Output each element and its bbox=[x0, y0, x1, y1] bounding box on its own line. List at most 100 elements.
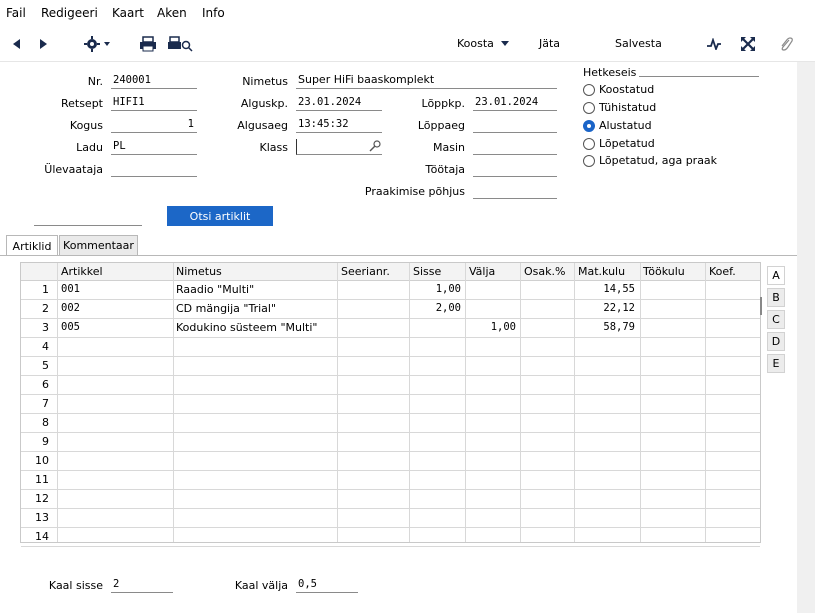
loppkp-field[interactable]: 23.01.2024 bbox=[473, 95, 557, 111]
table-row[interactable]: 5 bbox=[21, 357, 760, 376]
cell-nimetus[interactable]: Kodukino süsteem "Multi" bbox=[176, 321, 317, 334]
menu-aken[interactable]: Aken bbox=[157, 6, 187, 20]
retsept-field[interactable]: HIFI1 bbox=[111, 95, 197, 111]
col-osak[interactable]: Osak.% bbox=[524, 265, 565, 278]
table-scroll-thumb[interactable] bbox=[760, 297, 762, 315]
praakimise-field[interactable] bbox=[473, 183, 557, 199]
tootaja-field[interactable] bbox=[473, 161, 557, 177]
row-number: 8 bbox=[42, 416, 49, 429]
col-tookulu[interactable]: Töökulu bbox=[643, 265, 685, 278]
articles-table: Artikkel Nimetus Seerianr. Sisse Välja O… bbox=[20, 262, 761, 547]
tab-kommentaar[interactable]: Kommentaar bbox=[59, 235, 138, 255]
koosta-button[interactable]: Koosta bbox=[457, 37, 510, 50]
menu-info[interactable]: Info bbox=[202, 6, 225, 20]
radio-alustatud[interactable]: Alustatud bbox=[583, 119, 652, 132]
table-row[interactable]: 6 bbox=[21, 376, 760, 395]
ulevaataja-field[interactable] bbox=[111, 161, 197, 177]
table-row[interactable]: 8 bbox=[21, 414, 760, 433]
cell-nimetus[interactable]: Raadio "Multi" bbox=[176, 283, 254, 296]
col-divider bbox=[173, 263, 174, 542]
col-valja[interactable]: Välja bbox=[469, 265, 495, 278]
side-tab-c[interactable]: C bbox=[767, 310, 785, 329]
menu-redigeeri[interactable]: Redigeeri bbox=[41, 6, 98, 20]
masin-field[interactable] bbox=[473, 139, 557, 155]
loppaeg-field[interactable] bbox=[473, 117, 557, 133]
table-row[interactable]: 7 bbox=[21, 395, 760, 414]
col-artikkel[interactable]: Artikkel bbox=[61, 265, 103, 278]
cell-sisse[interactable]: 2,00 bbox=[409, 302, 461, 314]
radio-circle bbox=[583, 101, 595, 114]
side-tab-b[interactable]: B bbox=[767, 288, 785, 307]
radio-tuhistatud[interactable]: Tühistatud bbox=[583, 101, 656, 114]
table-row[interactable]: 2 002 CD mängija "Trial" 2,00 22,12 bbox=[21, 300, 760, 319]
cell-matkulu[interactable]: 14,55 bbox=[574, 283, 635, 295]
toolbar: Koosta Jäta Salvesta bbox=[0, 26, 815, 62]
row-number: 4 bbox=[42, 340, 49, 353]
col-sisse[interactable]: Sisse bbox=[413, 265, 441, 278]
attachment-button[interactable] bbox=[778, 34, 794, 54]
col-koef[interactable]: Koef. bbox=[709, 265, 736, 278]
nimetus-field[interactable]: Super HiFi baaskomplekt bbox=[296, 73, 557, 89]
cell-artikkel[interactable]: 005 bbox=[61, 321, 80, 333]
loppaeg-label: Lõppaeg bbox=[417, 119, 465, 132]
tab-artiklid[interactable]: Artiklid bbox=[6, 235, 58, 256]
radio-koostatud[interactable]: Koostatud bbox=[583, 83, 654, 96]
side-tab-e[interactable]: E bbox=[767, 354, 785, 373]
table-row[interactable]: 12 bbox=[21, 490, 760, 509]
kogus-field[interactable]: 1 bbox=[111, 117, 197, 133]
jata-button[interactable]: Jäta bbox=[539, 37, 560, 50]
table-row[interactable]: 1 001 Raadio "Multi" 1,00 14,55 bbox=[21, 281, 760, 300]
cell-nimetus[interactable]: CD mängija "Trial" bbox=[176, 302, 276, 315]
alguskp-field[interactable]: 23.01.2024 bbox=[296, 95, 382, 111]
otsi-artiklit-button[interactable]: Otsi artiklit bbox=[167, 206, 273, 226]
expand-button[interactable] bbox=[739, 34, 757, 54]
row-number: 11 bbox=[35, 473, 49, 486]
print-button[interactable] bbox=[138, 34, 158, 54]
cell-valja[interactable]: 1,00 bbox=[465, 321, 516, 333]
table-row[interactable]: 14 bbox=[21, 528, 760, 547]
salvesta-button[interactable]: Salvesta bbox=[615, 37, 662, 50]
side-tab-a[interactable]: A bbox=[767, 266, 785, 285]
tab-divider bbox=[0, 255, 815, 256]
praakimise-label: Praakimise põhjus bbox=[364, 185, 465, 198]
col-divider bbox=[574, 263, 575, 542]
col-matkulu[interactable]: Mat.kulu bbox=[578, 265, 625, 278]
menu-kaart[interactable]: Kaart bbox=[112, 6, 144, 20]
radio-lopetatud-praak[interactable]: Lõpetatud, aga praak bbox=[583, 154, 717, 167]
print-preview-button[interactable] bbox=[166, 34, 194, 54]
radio-lopetatud[interactable]: Lõpetatud bbox=[583, 137, 655, 150]
kaal-valja-field[interactable]: 0,5 bbox=[296, 577, 358, 593]
settings-button[interactable] bbox=[82, 34, 114, 54]
kaal-sisse-field[interactable]: 2 bbox=[111, 577, 173, 593]
table-row[interactable]: 10 bbox=[21, 452, 760, 471]
cell-artikkel[interactable]: 001 bbox=[61, 283, 80, 295]
row-number: 14 bbox=[35, 530, 49, 543]
forward-button[interactable] bbox=[36, 34, 52, 54]
paperclip-icon bbox=[781, 37, 793, 51]
cell-sisse[interactable]: 1,00 bbox=[409, 283, 461, 295]
col-nimetus[interactable]: Nimetus bbox=[176, 265, 222, 278]
algusaeg-field[interactable]: 13:45:32 bbox=[296, 117, 382, 133]
activity-button[interactable] bbox=[705, 34, 723, 54]
cell-matkulu[interactable]: 58,79 bbox=[574, 321, 635, 333]
table-row[interactable]: 13 bbox=[21, 509, 760, 528]
table-row[interactable]: 4 bbox=[21, 338, 760, 357]
side-tab-d[interactable]: D bbox=[767, 332, 785, 351]
algusaeg-label: Algusaeg bbox=[237, 119, 288, 132]
ladu-field[interactable]: PL bbox=[111, 139, 197, 155]
table-row[interactable]: 11 bbox=[21, 471, 760, 490]
row-number: 6 bbox=[42, 378, 49, 391]
menu-fail[interactable]: Fail bbox=[6, 6, 26, 20]
col-divider bbox=[337, 263, 338, 542]
article-search-field[interactable] bbox=[34, 210, 142, 226]
cell-artikkel[interactable]: 002 bbox=[61, 302, 80, 314]
nr-field[interactable]: 240001 bbox=[111, 73, 197, 89]
col-seerianr[interactable]: Seerianr. bbox=[341, 265, 390, 278]
table-row[interactable]: 3 005 Kodukino süsteem "Multi" 1,00 58,79 bbox=[21, 319, 760, 338]
search-icon[interactable] bbox=[369, 140, 381, 152]
back-button[interactable] bbox=[8, 34, 24, 54]
radio-circle bbox=[583, 83, 595, 96]
cell-matkulu[interactable]: 22,12 bbox=[574, 302, 635, 314]
table-row[interactable]: 9 bbox=[21, 433, 760, 452]
window-scrollbar[interactable] bbox=[797, 62, 815, 613]
